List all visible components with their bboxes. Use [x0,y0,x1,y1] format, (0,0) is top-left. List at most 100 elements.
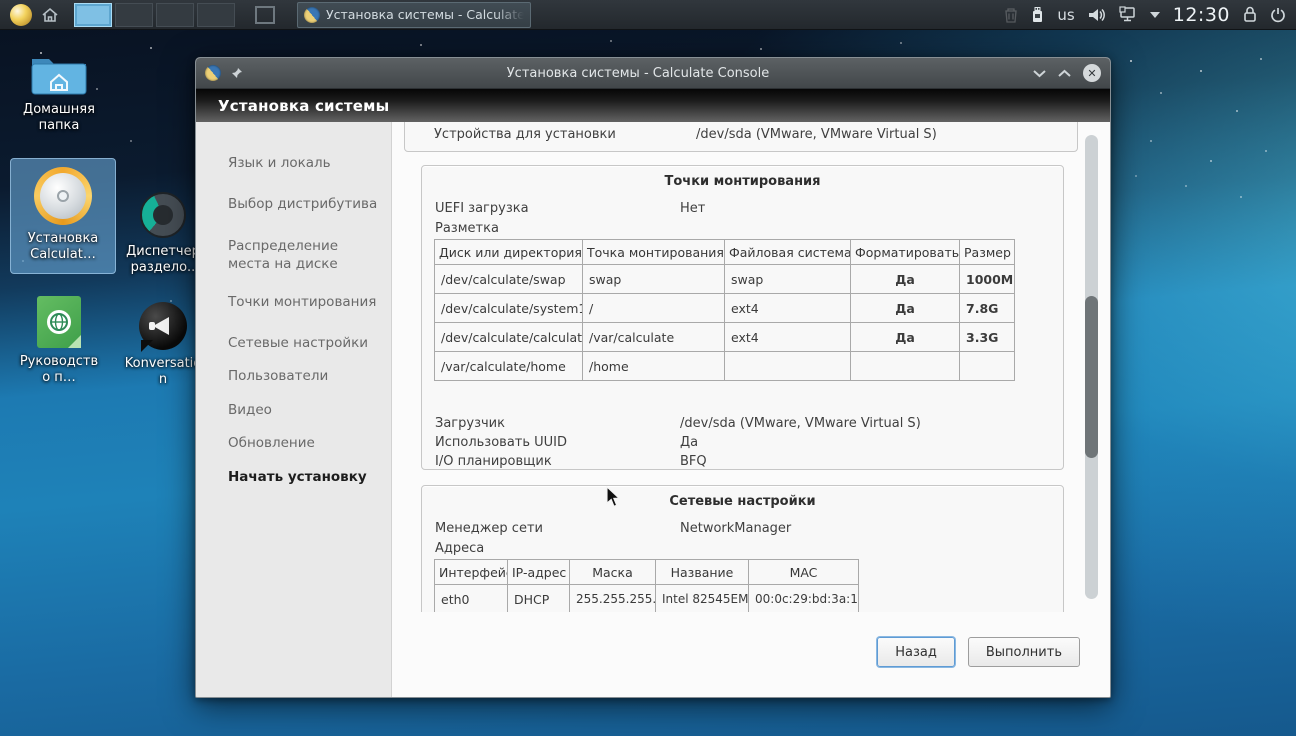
virtual-desktop-4[interactable] [197,3,235,27]
close-icon[interactable]: ✕ [1083,64,1101,82]
column-header: MAC [749,560,859,585]
network-groupbox: Сетевые настройки Менеджер сети NetworkM… [421,485,1064,612]
system-tray: us 12:30 [1004,4,1286,26]
field-value: Да [680,433,698,452]
virtual-desktop-pager [74,3,235,27]
sidebar-item-update[interactable]: Обновление [196,434,388,452]
maximize-icon[interactable] [1058,69,1071,78]
window-app-icon [205,65,221,81]
field-label: Разметка [435,219,1053,238]
groupbox-title: Сетевые настройки [422,494,1063,509]
column-header: Файловая система [725,240,851,265]
field-value: NetworkManager [680,519,791,538]
keyboard-layout-indicator[interactable]: us [1057,6,1074,24]
devices-groupbox: Устройства для установки /dev/sda (VMwar… [404,122,1078,152]
groupbox-title: Точки монтирования [422,174,1063,189]
column-header: Диск или директория [435,240,583,265]
usb-device-icon[interactable] [1031,6,1044,23]
taskbar-window-button[interactable]: Установка системы - Calculate Co [297,2,531,28]
run-button[interactable]: Выполнить [968,637,1080,667]
virtual-desktop-1[interactable] [74,3,112,27]
table-cell: Intel 82545EM [656,585,749,613]
show-desktop-icon[interactable] [255,6,275,24]
field-value: /dev/sda (VMware, VMware Virtual S) [680,414,921,433]
column-header: IP-адрес [508,560,570,585]
volume-icon[interactable] [1088,7,1106,23]
field-label: Менеджер сети [435,521,543,536]
field-value: /dev/sda (VMware, VMware Virtual S) [696,125,937,144]
table-cell: 00:0c:29:bd:3a:10 [749,585,859,613]
desktop: Домашняяпапка УстановкаCalculat… Диспетч… [0,0,1296,736]
desktop-icon-label: Домашняяпапка [8,102,110,134]
table-cell: / [583,294,725,323]
table-row[interactable]: /dev/calculate/calculate /var/calculate … [435,323,1015,352]
table-cell: Да [851,294,960,323]
clock[interactable]: 12:30 [1173,4,1230,26]
mouse-cursor [606,486,621,508]
taskbar-window-title: Установка системы - Calculate Co [326,7,524,22]
guide-document-icon [37,296,81,348]
network-table: Интерфейс IP-адрес Маска Название MAC et… [434,559,859,612]
scrollbar-handle[interactable] [1085,296,1098,458]
column-header: Размер [960,240,1015,265]
tray-expand-caret-icon[interactable] [1150,12,1160,18]
table-row[interactable]: /var/calculate/home /home [435,352,1015,381]
field-label: Адреса [435,539,1053,558]
home-icon[interactable] [40,5,60,25]
column-header: Точка монтирования [583,240,725,265]
table-cell: ext4 [725,294,851,323]
mount-points-groupbox: Точки монтирования UEFI загрузка Нет Раз… [421,165,1064,470]
page-title: Установка системы [196,89,1110,122]
column-header: Интерфейс [435,560,508,585]
sidebar-item-distro[interactable]: Выбор дистрибутива [196,195,388,213]
installer-summary: Устройства для установки /dev/sda (VMwar… [392,122,1110,697]
field-label: I/O планировщик [435,454,552,469]
table-row[interactable]: /dev/calculate/system1 / ext4 Да 7.8G [435,294,1015,323]
sidebar-item-language[interactable]: Язык и локаль [196,154,388,172]
calculate-menu-icon[interactable] [10,4,32,26]
sidebar-item-mount-points[interactable]: Точки монтирования [196,293,388,311]
table-cell: /dev/calculate/swap [435,265,583,294]
table-cell: eth0 [435,585,508,613]
window-title: Установка системы - Calculate Console [243,66,1033,81]
pin-icon[interactable] [231,67,243,79]
desktop-icon-install-calculate[interactable]: УстановкаCalculat… [10,158,116,274]
folder-icon [30,50,88,96]
lock-icon[interactable] [1243,6,1257,23]
table-row[interactable]: /dev/calculate/swap swap swap Да 1000M [435,265,1015,294]
table-row[interactable]: eth0 DHCP 255.255.255.0 Intel 82545EM 00… [435,585,859,613]
virtual-desktop-3[interactable] [156,3,194,27]
sidebar-item-disk-layout[interactable]: Распределение места на диске [196,237,381,273]
table-cell: ext4 [725,323,851,352]
back-button[interactable]: Назад [877,637,955,667]
table-cell: 3.3G [960,323,1015,352]
power-icon[interactable] [1270,7,1286,23]
minimize-icon[interactable] [1033,69,1046,78]
sidebar-item-start-install[interactable]: Начать установку [196,468,388,486]
window-titlebar[interactable]: Установка системы - Calculate Console ✕ [196,58,1110,89]
field-label: UEFI загрузка [435,201,529,216]
sidebar-item-video[interactable]: Видео [196,401,388,419]
desktop-icon-home-folder[interactable]: Домашняяпапка [8,50,110,134]
field-value: Нет [680,199,705,218]
virtual-desktop-2[interactable] [115,3,153,27]
table-cell [725,352,851,381]
trash-icon[interactable] [1004,7,1018,23]
sidebar-item-users[interactable]: Пользователи [196,367,388,385]
field-label: Загрузчик [435,416,505,431]
sidebar-item-network[interactable]: Сетевые настройки [196,334,388,352]
table-cell: /var/calculate [583,323,725,352]
installer-sidebar: Язык и локаль Выбор дистрибутива Распред… [196,122,392,697]
table-cell: Да [851,265,960,294]
table-header-row: Интерфейс IP-адрес Маска Название MAC [435,560,859,585]
desktop-icon-guide[interactable]: Руководство п… [8,296,110,386]
network-icon[interactable] [1119,6,1137,23]
top-panel: Установка системы - Calculate Co us [0,0,1296,30]
column-header: Форматировать [851,240,960,265]
table-cell [960,352,1015,381]
table-cell [851,352,960,381]
table-header-row: Диск или директория Точка монтирования Ф… [435,240,1015,265]
table-cell: /home [583,352,725,381]
table-cell: DHCP [508,585,570,613]
install-cd-icon [34,167,92,225]
